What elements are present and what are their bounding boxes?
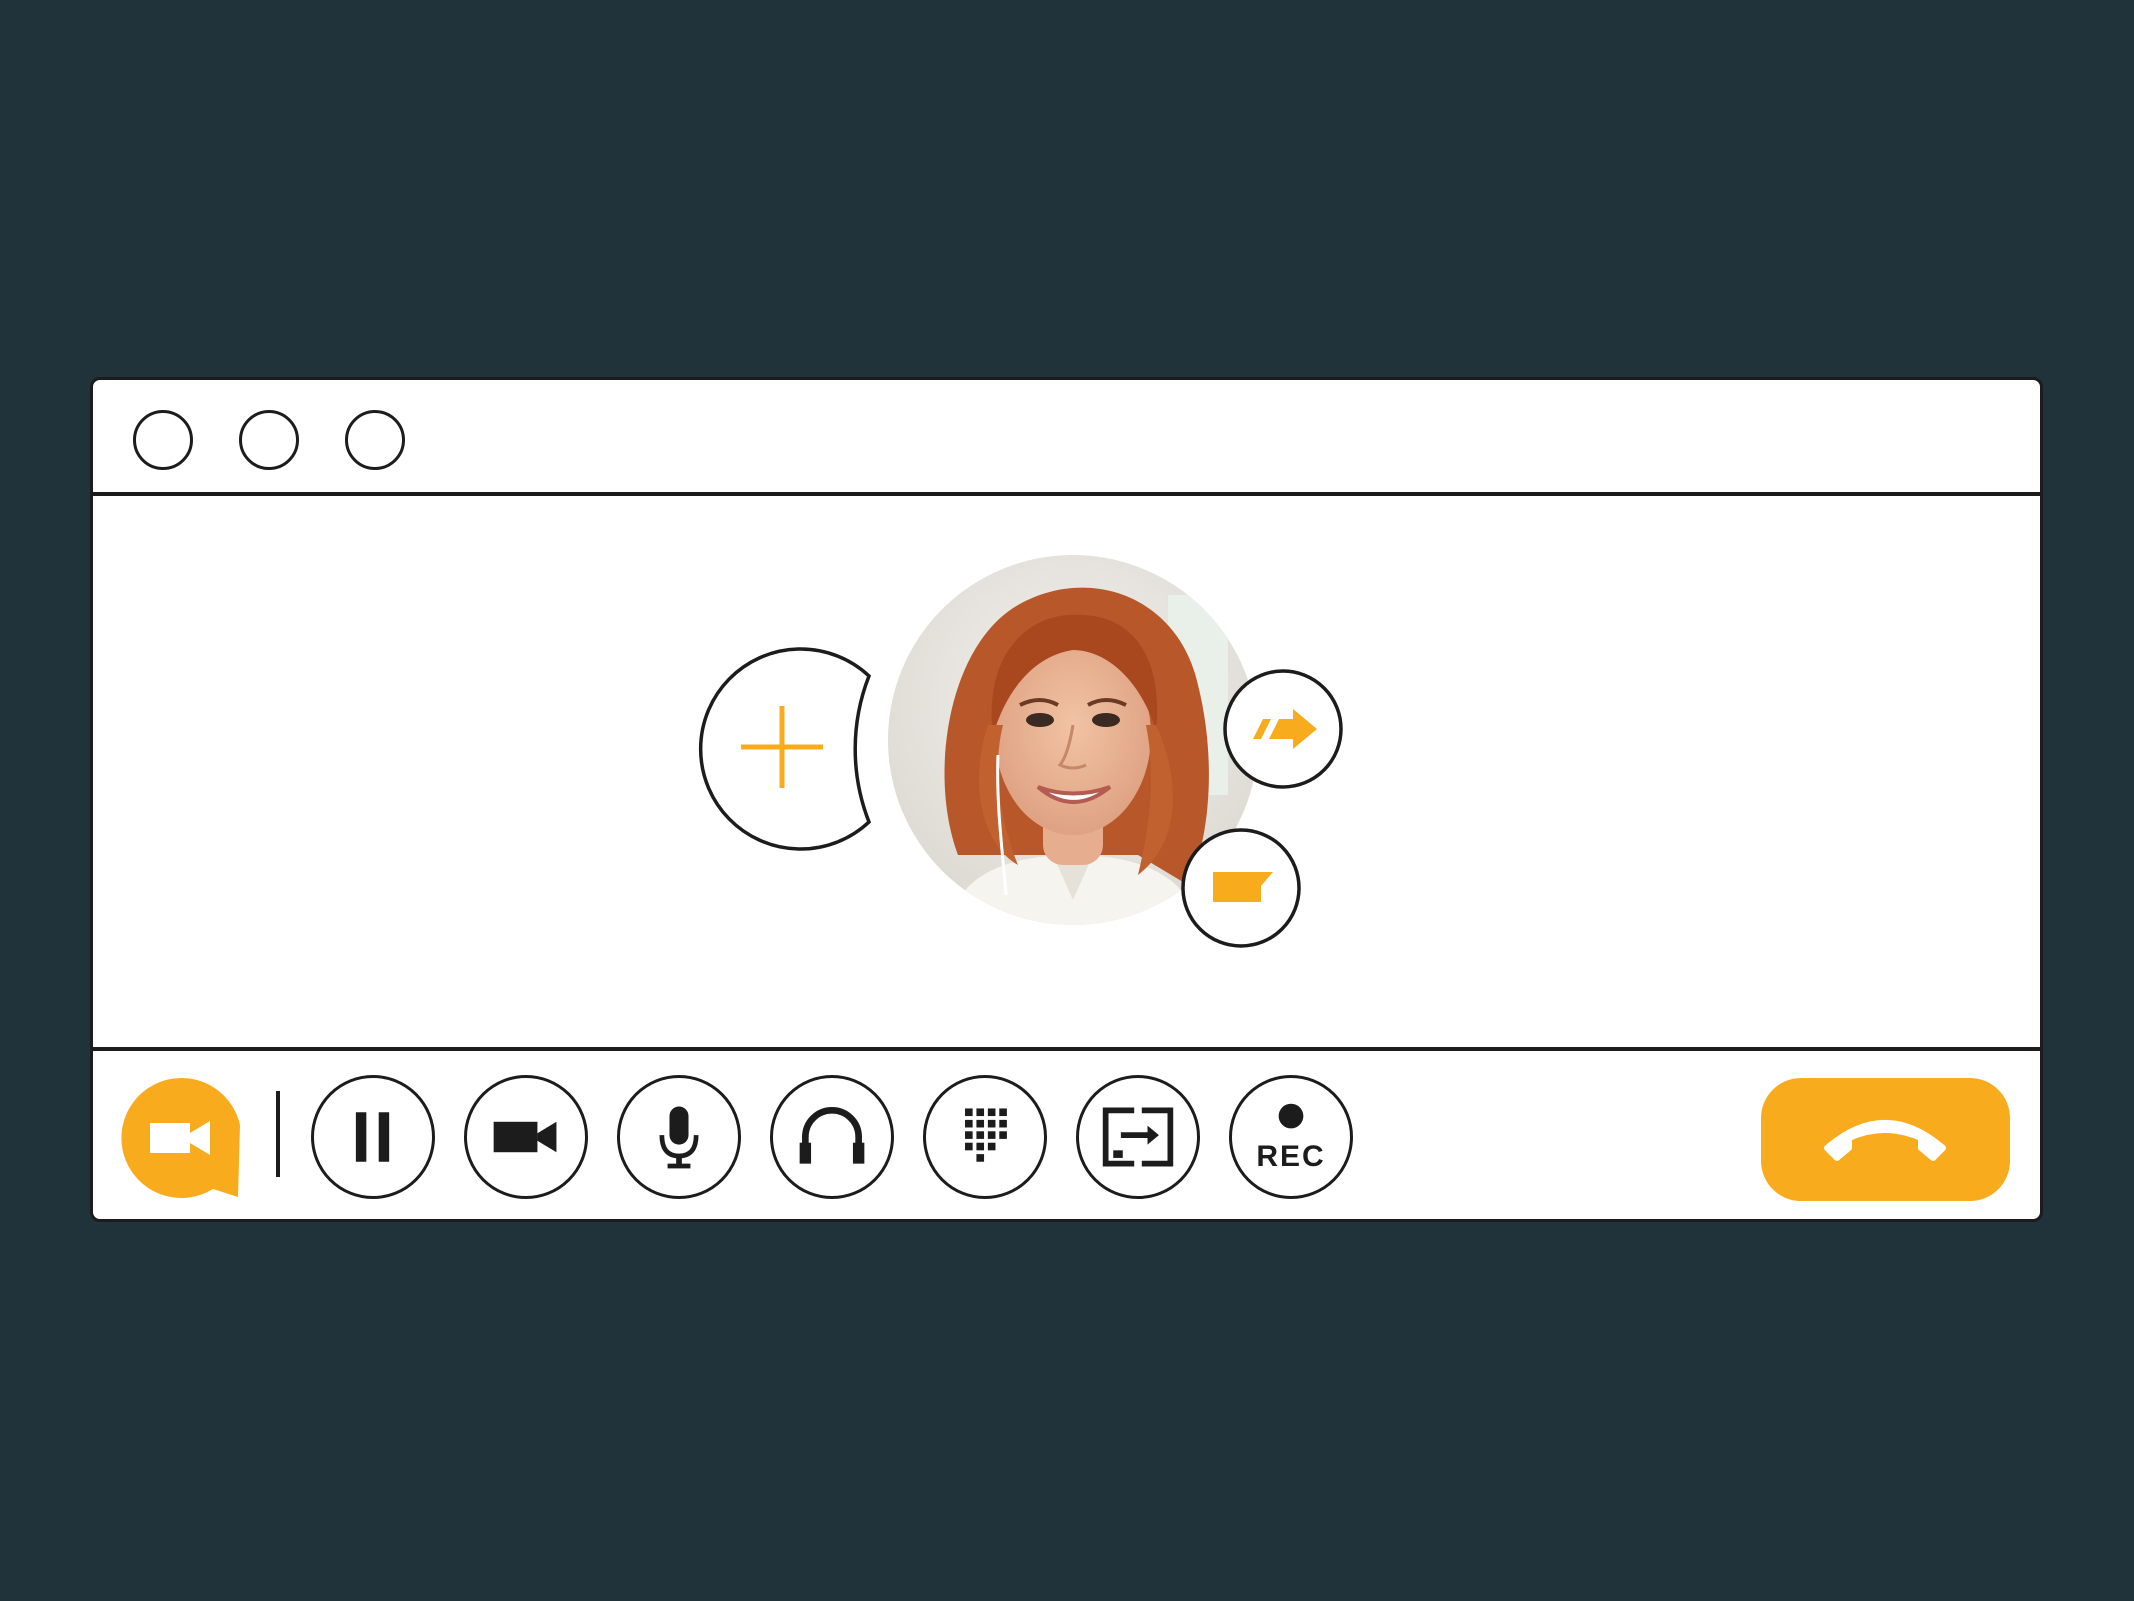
chat-button[interactable] [1179,826,1303,950]
call-window: REC [90,377,2043,1222]
screen-share-button[interactable] [1076,1075,1200,1199]
video-chat-icon [121,1077,240,1198]
microphone-toggle-button[interactable] [617,1075,741,1199]
record-button[interactable]: REC [1229,1075,1353,1199]
dialpad-button[interactable] [923,1075,1047,1199]
window-maximize-button[interactable] [345,410,405,470]
microphone-icon [659,1106,699,1169]
hang-up-phone-icon [1824,1120,1946,1161]
video-camera-icon [493,1121,557,1153]
pause-icon [355,1112,390,1162]
record-icon [1278,1103,1304,1129]
audio-device-button[interactable] [770,1075,894,1199]
toolbar-divider [276,1091,280,1177]
forward-arrow-icon [1223,669,1343,789]
window-minimize-button[interactable] [239,410,299,470]
screen-share-icon [1102,1107,1174,1167]
title-bar [93,380,2040,496]
headset-icon [799,1107,865,1164]
window-close-button[interactable] [133,410,193,470]
record-label: REC [1256,1140,1326,1173]
hang-up-button[interactable] [1761,1078,2010,1201]
camera-toggle-button[interactable] [464,1075,588,1199]
plus-icon [698,647,872,851]
hold-button[interactable] [311,1075,435,1199]
call-stage [93,496,2040,1047]
add-participant-button[interactable] [679,646,873,852]
transfer-call-button[interactable] [1221,667,1345,791]
call-toolbar: REC [93,1047,2040,1219]
dialpad-icon [965,1108,1007,1162]
message-icon [1181,828,1301,948]
